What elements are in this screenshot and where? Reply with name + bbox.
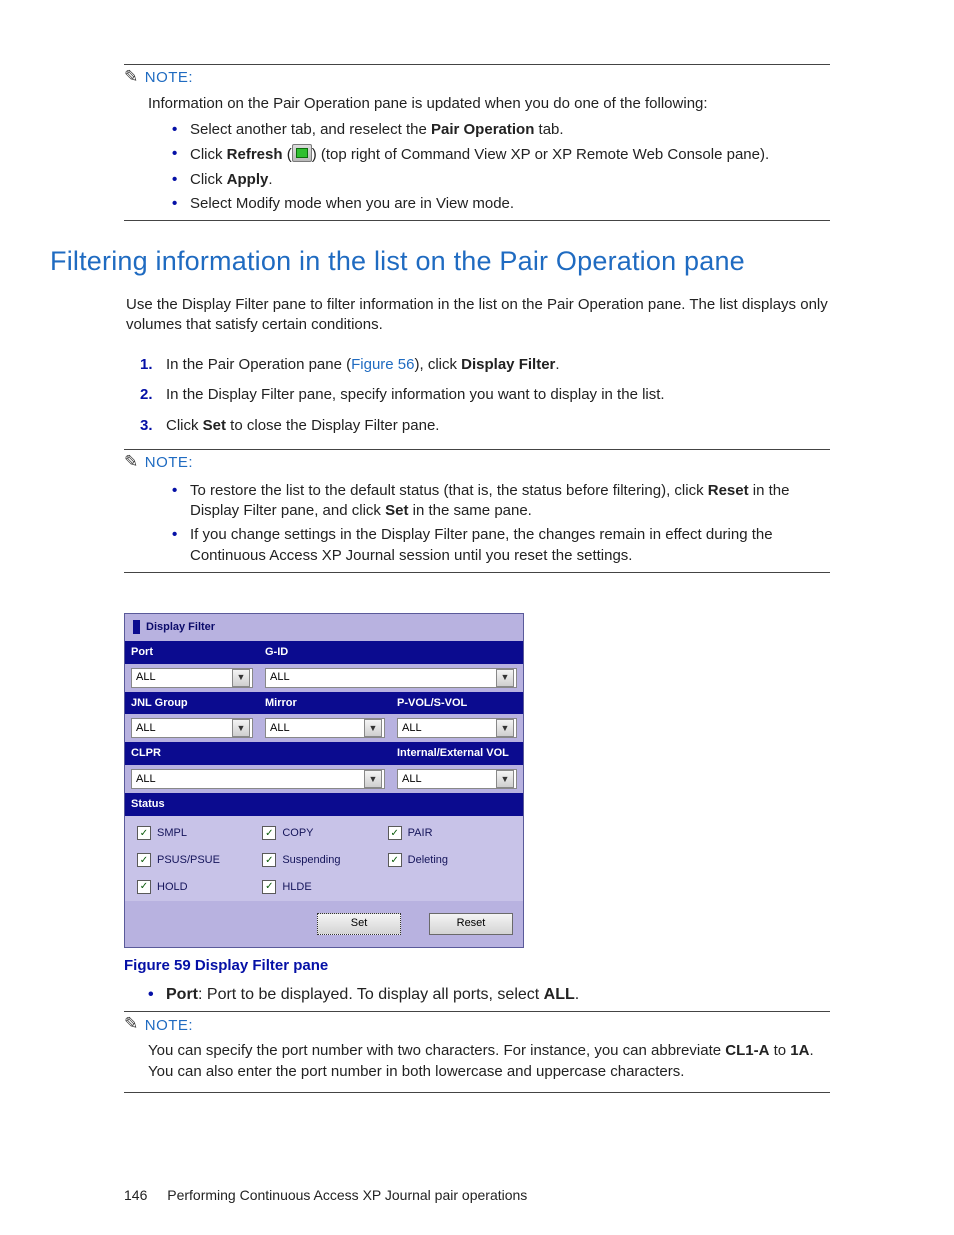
chevron-down-icon: ▼ <box>364 719 382 737</box>
hdr-mirror: Mirror <box>259 692 391 715</box>
checkbox-icon: ✓ <box>137 880 151 894</box>
divider <box>124 64 830 65</box>
note1-item-a: Select another tab, and reselect the Pai… <box>190 118 830 142</box>
divider <box>124 220 830 221</box>
chevron-down-icon: ▼ <box>364 770 382 788</box>
step-3: Click Set to close the Display Filter pa… <box>166 411 830 441</box>
hdr-status: Status <box>125 793 523 816</box>
chk-psus[interactable]: ✓PSUS/PSUE <box>137 853 262 868</box>
note2-item-b: If you change settings in the Display Fi… <box>190 523 830 568</box>
pvol-combo[interactable]: ALL▼ <box>397 718 517 738</box>
status-checkbox-area: ✓SMPL ✓COPY ✓PAIR ✓PSUS/PSUE ✓Suspending… <box>125 816 523 901</box>
footer-title: Performing Continuous Access XP Journal … <box>167 1187 527 1203</box>
refresh-icon <box>292 144 312 162</box>
chevron-down-icon: ▼ <box>232 669 250 687</box>
divider <box>124 449 830 450</box>
note-label: NOTE: <box>145 453 193 473</box>
hdr-jnlgroup: JNL Group <box>125 692 259 715</box>
section-title: Filtering information in the list on the… <box>50 243 830 279</box>
divider <box>124 1011 830 1012</box>
gid-combo[interactable]: ALL▼ <box>265 668 517 688</box>
intext-combo[interactable]: ALL▼ <box>397 769 517 789</box>
hdr-gid: G-ID <box>259 641 523 664</box>
filter-titlebar: Display Filter <box>125 614 523 641</box>
step-2: In the Display Filter pane, specify info… <box>166 380 830 410</box>
note1-item-d: Select Modify mode when you are in View … <box>190 192 830 216</box>
chk-pair[interactable]: ✓PAIR <box>388 826 513 841</box>
note-label: NOTE: <box>145 1016 193 1036</box>
checkbox-icon: ✓ <box>262 853 276 867</box>
chk-suspending[interactable]: ✓Suspending <box>262 853 387 868</box>
note-icon: ✎ <box>124 451 139 474</box>
chevron-down-icon: ▼ <box>496 770 514 788</box>
desc-port: Port: Port to be displayed. To display a… <box>166 982 830 1008</box>
section-lead: Use the Display Filter pane to filter in… <box>126 295 830 336</box>
set-button[interactable]: Set <box>317 913 401 935</box>
note-icon: ✎ <box>124 1013 139 1036</box>
chevron-down-icon: ▼ <box>496 719 514 737</box>
note1-lead: Information on the Pair Operation pane i… <box>148 94 830 114</box>
chk-smpl[interactable]: ✓SMPL <box>137 826 262 841</box>
chk-deleting[interactable]: ✓Deleting <box>388 853 513 868</box>
chevron-down-icon: ▼ <box>496 669 514 687</box>
note-block-1: ✎ NOTE: Information on the Pair Operatio… <box>124 64 830 221</box>
filter-title: Display Filter <box>146 620 215 635</box>
chevron-down-icon: ▼ <box>232 719 250 737</box>
mirror-combo[interactable]: ALL▼ <box>265 718 385 738</box>
note-icon: ✎ <box>124 66 139 89</box>
checkbox-icon: ✓ <box>137 853 151 867</box>
hdr-clpr: CLPR <box>125 742 391 765</box>
note1-item-c: Click Apply. <box>190 168 830 192</box>
page-number: 146 <box>124 1187 147 1203</box>
checkbox-icon: ✓ <box>388 826 402 840</box>
step-1: In the Pair Operation pane (Figure 56), … <box>166 350 830 380</box>
chk-hlde[interactable]: ✓HLDE <box>262 880 387 895</box>
note-block-2: ✎ NOTE: To restore the list to the defau… <box>124 449 830 573</box>
divider <box>124 572 830 573</box>
page-footer: 146 Performing Continuous Access XP Jour… <box>124 1186 527 1205</box>
title-marker-icon <box>133 620 140 634</box>
note-block-3: ✎ NOTE: You can specify the port number … <box>124 1011 830 1092</box>
note2-item-a: To restore the list to the default statu… <box>190 479 830 524</box>
divider <box>124 1092 830 1093</box>
hdr-intext: Internal/External VOL <box>391 742 523 765</box>
checkbox-icon: ✓ <box>137 826 151 840</box>
jnlgroup-combo[interactable]: ALL▼ <box>131 718 253 738</box>
port-combo[interactable]: ALL▼ <box>131 668 253 688</box>
chk-hold[interactable]: ✓HOLD <box>137 880 262 895</box>
figure-caption: Figure 59 Display Filter pane <box>124 956 830 976</box>
note-label: NOTE: <box>145 68 193 88</box>
checkbox-icon: ✓ <box>262 880 276 894</box>
steps-list: In the Pair Operation pane (Figure 56), … <box>124 350 830 441</box>
note1-item-b: Click Refresh () (top right of Command V… <box>190 142 830 167</box>
hdr-pvol: P-VOL/S-VOL <box>391 692 523 715</box>
clpr-combo[interactable]: ALL▼ <box>131 769 385 789</box>
reset-button[interactable]: Reset <box>429 913 513 935</box>
checkbox-icon: ✓ <box>262 826 276 840</box>
figure-56-link[interactable]: Figure 56 <box>351 356 414 373</box>
display-filter-pane: Display Filter Port G-ID ALL▼ ALL▼ JNL G… <box>124 613 524 948</box>
hdr-port: Port <box>125 641 259 664</box>
chk-copy[interactable]: ✓COPY <box>262 826 387 841</box>
checkbox-icon: ✓ <box>388 853 402 867</box>
